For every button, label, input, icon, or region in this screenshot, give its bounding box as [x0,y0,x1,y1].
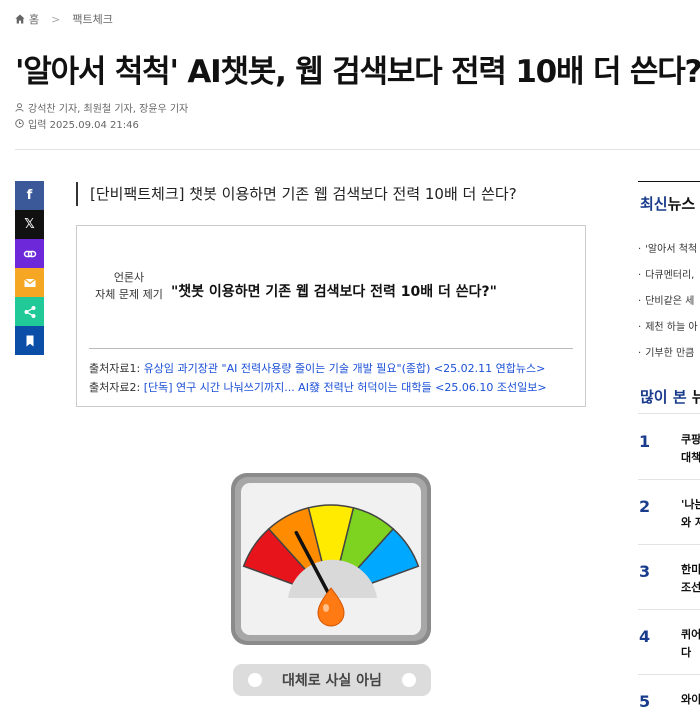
mail-share-button[interactable] [15,268,44,297]
rank-divider [638,609,700,610]
source-line-1: 출처자료1: 유상임 과기장관 "AI 전력사용량 줄이는 기술 개발 필요"(… [89,360,545,376]
latest-heading-rest: 뉴스 [667,195,696,213]
clock-icon [15,119,24,128]
popular-news-item[interactable]: '나는와 자 [681,496,700,532]
popular-news-item[interactable]: 한미조선 [681,561,700,597]
x-share-button[interactable]: 𝕏 [15,210,44,239]
verdict-dot-left [248,673,262,687]
popular-heading-rest: 뉴 [691,388,700,406]
rank-number: 1 [639,432,651,451]
chevron-right-icon: > [51,12,61,26]
rank-divider [638,479,700,480]
latest-news-item[interactable]: 다큐멘터리, [638,266,694,281]
popular-news-item[interactable]: 와이 [681,691,700,709]
verdict-dot-right [402,673,416,687]
factcheck-box: 언론사 자체 문제 제기 "챗봇 이용하면 기존 웹 검색보다 전력 10배 더… [76,225,586,407]
latest-heading-accent: 최신 [640,195,668,213]
breadcrumb: 홈 > 팩트체크 [15,11,113,27]
breadcrumb-home[interactable]: 홈 [29,11,39,27]
source-line-2: 출처자료2: [단독] 연구 시간 나눠쓰기까지... AI發 전력난 허덕이는… [89,379,547,395]
source-link-1[interactable]: 유상임 과기장관 "AI 전력사용량 줄이는 기술 개발 필요"(종합) <25… [144,362,546,375]
popular-news-heading: 많이 본 뉴 [640,386,700,407]
divider [15,149,700,150]
popular-top-rule [638,413,700,414]
source-prefix: 출처자료2: [89,381,144,394]
rank-divider [638,674,700,675]
bookmark-button[interactable] [15,326,44,355]
date-text: 입력 2025.09.04 21:46 [28,120,139,131]
rank-number: 3 [639,562,651,581]
popular-heading-accent: 많이 본 [640,388,687,406]
share-button[interactable] [15,297,44,326]
link-icon [23,250,36,257]
rank-number: 2 [639,497,651,516]
person-icon [15,103,24,112]
rank-number: 4 [639,627,651,646]
page-title: '알아서 척척' AI챗봇, 웹 검색보다 전력 10배 더 쓴다? [15,54,700,90]
source-prefix: 출처자료1: [89,362,144,375]
claim-quote: "챗봇 이용하면 기존 웹 검색보다 전력 10배 더 쓴다?" [171,284,497,300]
box-divider [89,348,573,349]
article-subtitle: [단비팩트체크] 챗봇 이용하면 기존 웹 검색보다 전력 10배 더 쓴다? [76,182,517,206]
sidebar-top-rule [638,181,700,182]
share-bar: f 𝕏 [15,181,44,355]
breadcrumb-section[interactable]: 팩트체크 [72,11,112,27]
popular-line: 다 [681,646,692,659]
claim-source-line1: 언론사 [113,271,145,284]
verdict-badge: 대체로 사실 아님 [233,664,431,696]
truth-meter-gauge [231,473,431,645]
facebook-share-button[interactable]: f [15,181,44,210]
source-link-2[interactable]: [단독] 연구 시간 나눠쓰기까지... AI發 전력난 허덕이는 대학들 <2… [144,381,547,394]
rank-number: 5 [639,692,651,711]
gauge-drop-highlight [323,604,329,612]
x-icon: 𝕏 [24,217,35,232]
popular-line: 대책 [681,451,700,464]
popular-line: '나는 [681,498,700,511]
latest-news-item[interactable]: 단비같은 세 [638,292,694,307]
verdict-text: 대체로 사실 아님 [282,673,382,689]
popular-line: 와이 [681,693,700,706]
popular-news-item[interactable]: 쿠팡대책 [681,431,700,467]
claim-source-label: 언론사 자체 문제 제기 [93,269,165,303]
copy-link-button[interactable] [15,239,44,268]
latest-news-item[interactable]: '알아서 척척 [638,240,697,255]
publish-date: 입력 2025.09.04 21:46 [15,116,139,131]
popular-line: 조선 [681,581,700,594]
latest-news-item[interactable]: 기부한 만큼 [638,344,694,359]
latest-news-item[interactable]: 제천 하늘 아 [638,318,697,333]
popular-line: 와 자 [681,516,700,529]
author-names: 강석찬 기자, 최원철 기자, 장윤우 기자 [28,104,189,115]
bookmark-icon [26,335,33,346]
facebook-icon: f [26,188,33,203]
popular-line: 퀴어 [681,628,700,641]
claim-source-line2: 자체 문제 제기 [95,288,163,301]
mail-icon [23,278,36,287]
popular-news-item[interactable]: 퀴어다 [681,626,700,662]
byline: 강석찬 기자, 최원철 기자, 장윤우 기자 [15,100,188,115]
popular-line: 쿠팡 [681,433,700,446]
rank-divider [638,544,700,545]
share-icon [24,305,35,318]
popular-line: 한미 [681,563,700,576]
home-icon [15,14,25,24]
latest-news-heading: 최신뉴스 [640,193,695,214]
